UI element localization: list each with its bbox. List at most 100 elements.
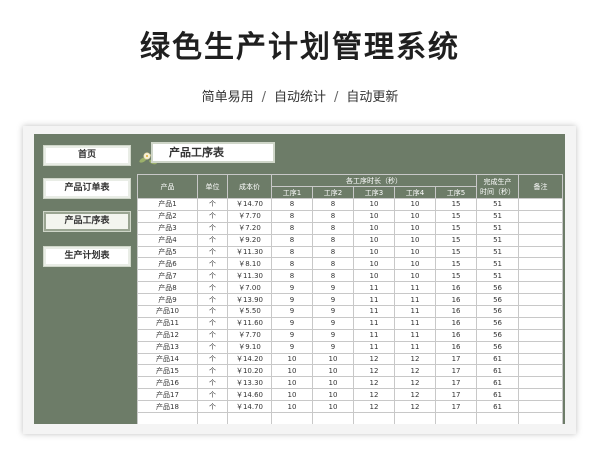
- cell-total-time[interactable]: 51: [476, 221, 520, 235]
- cell-unit[interactable]: 个: [197, 198, 228, 211]
- cell-process4[interactable]: 11: [394, 293, 436, 307]
- cell-total-time[interactable]: 51: [476, 269, 520, 283]
- cell-product[interactable]: 产品6: [137, 257, 198, 271]
- cell-product[interactable]: 产品11: [137, 316, 198, 330]
- cell-process5[interactable]: 16: [434, 340, 478, 354]
- table-row[interactable]: 产品7 个 ￥11.30 8 8 10 10 15 51: [137, 269, 564, 283]
- cell-product[interactable]: 产品16: [137, 376, 198, 390]
- cell-process1[interactable]: 8: [271, 257, 313, 271]
- cell-cost[interactable]: ￥13.30: [227, 376, 272, 390]
- cell-process2[interactable]: 9: [312, 281, 354, 295]
- cell-process5[interactable]: 15: [434, 245, 478, 259]
- cell-process4[interactable]: 11: [394, 305, 436, 318]
- cell-note[interactable]: [518, 245, 564, 259]
- table-row[interactable]: 产品1 个 ￥14.70 8 8 10 10 15 51: [137, 198, 564, 211]
- cell-total-time[interactable]: 61: [476, 376, 520, 390]
- cell-process2[interactable]: 10: [312, 400, 354, 414]
- cell-process4[interactable]: 12: [394, 352, 436, 366]
- cell-process4[interactable]: 10: [394, 198, 436, 211]
- cell-unit[interactable]: 个: [197, 305, 228, 318]
- cell-process3[interactable]: 10: [353, 221, 395, 235]
- cell-process5[interactable]: 17: [434, 388, 478, 402]
- cell-total-time[interactable]: 51: [476, 209, 520, 223]
- cell-process3[interactable]: 11: [353, 316, 395, 330]
- cell-total-time[interactable]: 51: [476, 233, 520, 247]
- cell-unit[interactable]: [197, 412, 228, 424]
- cell-process4[interactable]: 12: [394, 400, 436, 414]
- cell-process2[interactable]: 9: [312, 293, 354, 307]
- cell-process1[interactable]: 9: [271, 340, 313, 354]
- cell-note[interactable]: [518, 352, 564, 366]
- cell-note[interactable]: [518, 305, 564, 318]
- cell-cost[interactable]: ￥11.30: [227, 269, 272, 283]
- cell-process2[interactable]: 9: [312, 340, 354, 354]
- cell-cost[interactable]: ￥9.10: [227, 340, 272, 354]
- cell-cost[interactable]: ￥10.20: [227, 364, 272, 378]
- table-row[interactable]: 产品17 个 ￥14.60 10 10 12 12 17 61: [137, 388, 564, 402]
- nav-plan-button[interactable]: 生产计划表: [43, 246, 131, 267]
- cell-product[interactable]: 产品17: [137, 388, 198, 402]
- cell-process4[interactable]: 12: [394, 364, 436, 378]
- cell-unit[interactable]: 个: [197, 388, 228, 402]
- cell-product[interactable]: 产品8: [137, 281, 198, 295]
- cell-process1[interactable]: 10: [271, 376, 313, 390]
- cell-process2[interactable]: 8: [312, 233, 354, 247]
- cell-process1[interactable]: 10: [271, 352, 313, 366]
- cell-process3[interactable]: 11: [353, 305, 395, 318]
- cell-note[interactable]: [518, 364, 564, 378]
- cell-process1[interactable]: 9: [271, 281, 313, 295]
- cell-product[interactable]: 产品9: [137, 293, 198, 307]
- cell-process5[interactable]: [434, 412, 478, 424]
- cell-product[interactable]: 产品1: [137, 198, 198, 211]
- cell-product[interactable]: 产品4: [137, 233, 198, 247]
- table-row[interactable]: 产品2 个 ￥7.70 8 8 10 10 15 51: [137, 209, 564, 223]
- cell-process3[interactable]: 10: [353, 198, 395, 211]
- cell-process5[interactable]: 16: [434, 316, 478, 330]
- cell-process5[interactable]: 15: [434, 269, 478, 283]
- table-row[interactable]: 产品6 个 ￥8.10 8 8 10 10 15 51: [137, 257, 564, 271]
- cell-total-time[interactable]: 61: [476, 352, 520, 366]
- cell-note[interactable]: [518, 316, 564, 330]
- cell-process5[interactable]: 16: [434, 293, 478, 307]
- cell-cost[interactable]: [227, 412, 272, 424]
- cell-process5[interactable]: 15: [434, 209, 478, 223]
- table-row[interactable]: 产品18 个 ￥14.70 10 10 12 12 17 61: [137, 400, 564, 414]
- cell-cost[interactable]: ￥14.20: [227, 352, 272, 366]
- cell-process2[interactable]: 8: [312, 198, 354, 211]
- cell-process3[interactable]: 11: [353, 293, 395, 307]
- cell-process4[interactable]: 10: [394, 209, 436, 223]
- cell-process3[interactable]: 11: [353, 340, 395, 354]
- cell-total-time[interactable]: 61: [476, 364, 520, 378]
- cell-cost[interactable]: ￥7.70: [227, 328, 272, 342]
- cell-note[interactable]: [518, 376, 564, 390]
- cell-process2[interactable]: 8: [312, 245, 354, 259]
- cell-process1[interactable]: 9: [271, 328, 313, 342]
- cell-unit[interactable]: 个: [197, 328, 228, 342]
- cell-unit[interactable]: 个: [197, 340, 228, 354]
- cell-process2[interactable]: 10: [312, 364, 354, 378]
- cell-process5[interactable]: 17: [434, 376, 478, 390]
- cell-process4[interactable]: 10: [394, 245, 436, 259]
- cell-total-time[interactable]: 56: [476, 316, 520, 330]
- cell-product[interactable]: 产品5: [137, 245, 198, 259]
- cell-cost[interactable]: ￥13.90: [227, 293, 272, 307]
- cell-total-time[interactable]: 61: [476, 388, 520, 402]
- cell-cost[interactable]: ￥14.70: [227, 198, 272, 211]
- cell-process3[interactable]: 10: [353, 209, 395, 223]
- cell-total-time[interactable]: 61: [476, 400, 520, 414]
- cell-process3[interactable]: 11: [353, 328, 395, 342]
- cell-process5[interactable]: 17: [434, 364, 478, 378]
- cell-note[interactable]: [518, 221, 564, 235]
- cell-total-time[interactable]: [476, 412, 520, 424]
- cell-process5[interactable]: 17: [434, 400, 478, 414]
- cell-process5[interactable]: 15: [434, 233, 478, 247]
- cell-unit[interactable]: 个: [197, 233, 228, 247]
- cell-process1[interactable]: 8: [271, 245, 313, 259]
- cell-process1[interactable]: 8: [271, 221, 313, 235]
- cell-process2[interactable]: 9: [312, 316, 354, 330]
- cell-note[interactable]: [518, 209, 564, 223]
- cell-process4[interactable]: 11: [394, 316, 436, 330]
- cell-process1[interactable]: 8: [271, 269, 313, 283]
- cell-unit[interactable]: 个: [197, 257, 228, 271]
- cell-product[interactable]: 产品7: [137, 269, 198, 283]
